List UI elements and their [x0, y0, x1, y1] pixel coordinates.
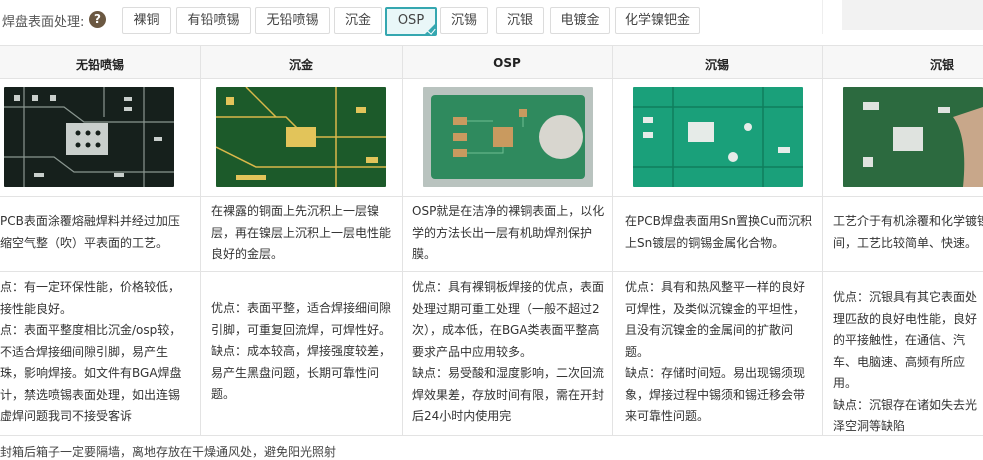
pros-cons-immersion-tin: 优点：具有和热风整平一样的良好可焊性，及类似沉镍金的平坦性，且没有沉镍金的金属间…: [625, 280, 806, 423]
panel-divider: [822, 0, 823, 34]
side-panel: [842, 0, 983, 30]
surface-finish-comparison-table: 无铅喷锡 沉金 OSP 沉锡 沉银 PCB表面涂覆熔融焊料并经过加压缩空气整（吹…: [0, 45, 983, 436]
pcb-photo-osp: [423, 87, 593, 187]
column-header-lead-free-hasl: 无铅喷锡: [75, 58, 124, 72]
row-divider: [0, 45, 983, 46]
column-header-immersion-tin: 沉锡: [704, 58, 729, 72]
description-osp: OSP就是在洁净的裸铜表面上，以化学的方法长出一层有机助焊剂保护膜。: [412, 204, 605, 261]
help-icon[interactable]: ?: [89, 11, 106, 28]
pros-cons-immersion-silver: 优点：沉银具有其它表面处理匹敌的良好电性能，良好的平接触性，在通信、汽车、电脑速…: [833, 290, 978, 433]
option-immersion-tin[interactable]: 沉锡: [440, 7, 488, 34]
option-osp[interactable]: OSP: [385, 7, 437, 36]
selected-check-icon: [424, 23, 436, 35]
surface-finish-label: 焊盘表面处理:: [2, 15, 85, 30]
option-electroplated-gold[interactable]: 电镀金: [550, 7, 610, 34]
description-lead-free-hasl: PCB表面涂覆熔融焊料并经过加压缩空气整（吹）平表面的工艺。: [0, 214, 180, 250]
storage-note: 封箱后箱子一定要隔墙，离地存放在干燥通风处，避免阳光照射: [0, 445, 337, 459]
column-header-enig: 沉金: [288, 58, 313, 72]
column-divider: [200, 45, 201, 435]
pros-cons-osp: 优点：具有裸铜板焊接的优点，表面处理过期可重工处理（一般不超过2次），成本低，在…: [412, 280, 605, 423]
pcb-photo-immersion-silver: [843, 87, 983, 187]
column-divider: [612, 45, 613, 435]
option-enepig[interactable]: 化学镍钯金: [615, 7, 700, 34]
pcb-photo-immersion-tin: [633, 87, 803, 187]
pros-cons-lead-free-hasl: 点：有一定环保性能，价格较低，接性能良好。 点：表面平整度相比沉金/osp较，不…: [0, 280, 182, 423]
description-immersion-silver: 工艺介于有机涂覆和化学镀镍之间，工艺比较简单、快速。: [833, 214, 983, 250]
row-divider: [0, 271, 983, 272]
column-header-immersion-silver: 沉银: [929, 58, 954, 72]
option-bare-copper[interactable]: 裸铜: [122, 7, 171, 34]
pcb-photo-enig: [216, 87, 386, 187]
option-enig[interactable]: 沉金: [334, 7, 382, 34]
option-lead-free-hasl[interactable]: 无铅喷锡: [255, 7, 330, 34]
pros-cons-enig: 优点：表面平整，适合焊接细间隙引脚，可重复回流焊，可焊性好。 缺点：成本较高，焊…: [211, 301, 392, 401]
option-immersion-silver[interactable]: 沉银: [496, 7, 544, 34]
column-divider: [402, 45, 403, 435]
surface-finish-toolbar: 焊盘表面处理: ? 裸铜 有铅喷锡 无铅喷锡 沉金 OSP 沉锡 沉银 电镀金 …: [0, 0, 820, 36]
row-divider: [0, 78, 983, 79]
description-enig: 在裸露的铜面上先沉积上一层镍层，再在镍层上沉积上一层电性能良好的金层。: [211, 204, 392, 261]
row-divider: [0, 196, 983, 197]
option-leaded-hasl[interactable]: 有铅喷锡: [176, 7, 251, 34]
pcb-photo-lead-free-hasl: [4, 87, 174, 187]
column-divider: [822, 45, 823, 435]
column-header-osp: OSP: [493, 56, 521, 70]
description-immersion-tin: 在PCB焊盘表面用Sn置换Cu而沉积上Sn镀层的铜锡金属化合物。: [625, 214, 813, 250]
